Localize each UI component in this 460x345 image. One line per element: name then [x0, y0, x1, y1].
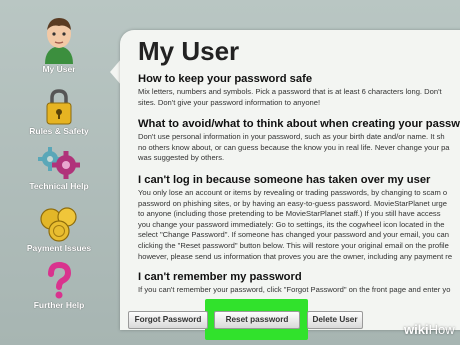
- section-heading: What to avoid/what to think about when c…: [138, 118, 460, 130]
- section-text: If you can't remember your password, cli…: [138, 285, 451, 294]
- sidebar-item-label: Technical Help: [29, 181, 89, 191]
- section-text: was suggested by others.: [138, 153, 225, 163]
- sidebar-item-technical-help[interactable]: Technical Help: [0, 145, 118, 191]
- section-text: however, please send us information that…: [138, 251, 453, 261]
- section-text: sites. Don't give your password informat…: [138, 97, 321, 107]
- section-what-to-avoid: What to avoid/what to think about when c…: [138, 118, 460, 163]
- section-heading: I can't log in because someone has taken…: [138, 174, 431, 186]
- padlock-icon: [46, 89, 72, 125]
- watermark-wiki: wiki: [404, 322, 429, 337]
- section-text: You only lose an account or items by rev…: [138, 188, 448, 197]
- help-content: How to keep your password safe Mix lette…: [138, 73, 460, 297]
- section-text: you change your password immediately: Go…: [138, 219, 445, 229]
- screen: My User Rules & Safety Technical Help Pa…: [0, 0, 460, 345]
- sidebar: My User Rules & Safety Technical Help Pa…: [0, 0, 118, 345]
- sidebar-item-further-help[interactable]: Further Help: [0, 262, 118, 310]
- question-mark-icon: [48, 262, 72, 299]
- section-password-safe: How to keep your password safe Mix lette…: [138, 73, 442, 107]
- sidebar-item-label: Rules & Safety: [29, 126, 89, 136]
- wikihow-watermark: wikiHow: [404, 322, 455, 337]
- section-text: to anyone (including those pretending to…: [138, 209, 441, 219]
- sidebar-item-my-user[interactable]: My User: [0, 14, 118, 74]
- sidebar-item-rules-safety[interactable]: Rules & Safety: [0, 88, 118, 136]
- user-avatar-icon: [45, 18, 73, 64]
- page-title: My User: [138, 36, 240, 66]
- section-text: clicking the "Reset password" button bel…: [138, 240, 449, 250]
- section-text: Mix letters, numbers and symbols. Pick a…: [138, 87, 442, 96]
- reset-password-button[interactable]: Reset password: [214, 311, 300, 329]
- delete-user-button[interactable]: Delete User: [307, 311, 363, 329]
- watermark-how: How: [428, 322, 455, 337]
- sidebar-item-label: My User: [42, 64, 76, 74]
- section-text: password on phishing sites, or by having…: [138, 198, 447, 208]
- section-heading: I can't remember my password: [138, 271, 302, 283]
- sidebar-item-label: Payment Issues: [26, 243, 92, 253]
- coins-icon: [40, 207, 77, 242]
- sidebar-item-payment-issues[interactable]: Payment Issues: [0, 205, 118, 253]
- section-text: no others know about, or can guess becau…: [138, 142, 450, 152]
- forgot-password-button[interactable]: Forgot Password: [128, 311, 208, 329]
- section-cant-remember: I can't remember my password If you can'…: [138, 271, 450, 295]
- section-taken-over: I can't log in because someone has taken…: [138, 174, 452, 261]
- sidebar-item-label: Further Help: [33, 300, 85, 310]
- section-text: Don't use personal information in your p…: [138, 132, 445, 141]
- section-text: select "Change Password". If someone has…: [138, 230, 450, 240]
- section-heading: How to keep your password safe: [138, 73, 313, 85]
- gears-icon: [38, 147, 80, 179]
